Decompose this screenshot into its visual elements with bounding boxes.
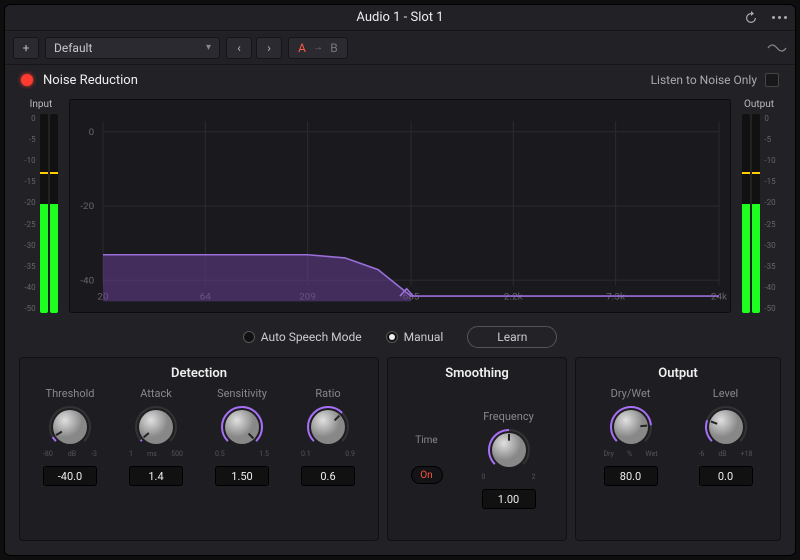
detection-title: Detection	[30, 366, 368, 381]
knob-value[interactable]: 0.6	[301, 466, 355, 486]
next-preset-button[interactable]: ›	[256, 37, 282, 59]
compare-b-button[interactable]: B	[327, 41, 341, 55]
knob-ratio: Ratio 0.1 0.9 0.6	[293, 387, 363, 532]
preset-dropdown[interactable]: Default ▾	[45, 37, 220, 59]
time-toggle[interactable]: On	[411, 466, 443, 484]
effect-name: Noise Reduction	[43, 73, 138, 88]
smoothing-title: Smoothing	[398, 366, 556, 381]
effect-header: Noise Reduction Listen to Noise Only	[5, 65, 795, 95]
knob-label: Level	[713, 387, 738, 400]
knob-sensitivity: Sensitivity 0.5 1.5 1.50	[207, 387, 277, 532]
knob-dial[interactable]	[610, 406, 652, 448]
auto-speech-radio[interactable]: Auto Speech Mode	[243, 330, 362, 344]
titlebar: Audio 1 - Slot 1	[5, 5, 795, 31]
learn-button[interactable]: Learn	[467, 326, 557, 348]
knob-level: Level -6 dB +18 0.0	[691, 387, 761, 532]
knob-dial[interactable]	[49, 406, 91, 448]
knob-threshold: Threshold -80 dB -3 -40.0	[35, 387, 105, 532]
knob-dial[interactable]	[705, 406, 747, 448]
prev-preset-button[interactable]: ‹	[226, 37, 252, 59]
manual-radio[interactable]: Manual	[386, 330, 444, 344]
knob-label: Attack	[140, 387, 172, 400]
knob-frequency: Frequency 0 2 1.00	[474, 410, 544, 509]
knob-value[interactable]: 1.50	[215, 466, 269, 486]
knob-value[interactable]: 80.0	[604, 466, 658, 486]
preset-row: + Default ▾ ‹ › A → B	[5, 31, 795, 65]
knob-dial[interactable]	[307, 406, 349, 448]
enable-indicator[interactable]	[21, 74, 33, 86]
output-meter-label: Output	[744, 99, 774, 110]
ab-arrow-icon: →	[313, 42, 323, 53]
knob-label: Threshold	[46, 387, 95, 400]
chevron-down-icon: ▾	[206, 42, 211, 53]
mode-row: Auto Speech Mode Manual Learn	[5, 321, 795, 353]
svg-text:-20: -20	[80, 201, 94, 212]
knob-dial[interactable]	[488, 429, 530, 471]
output-meter: Output 0-5 -10-15 -20-25 -30-35 -40-50	[737, 99, 781, 313]
output-title: Output	[586, 366, 770, 381]
knob-attack: Attack 1 ms 500 1.4	[121, 387, 191, 532]
more-icon[interactable]	[769, 8, 789, 28]
preset-name: Default	[54, 41, 92, 55]
svg-text:0: 0	[89, 127, 95, 138]
knob-label: Ratio	[315, 387, 340, 400]
input-meter: Input 0-5 -10-15 -20-25 -30-35 -40-50	[19, 99, 63, 313]
spectrum-graph[interactable]: 0 -20 -40 20 64 209 685 2.2k 7.3k 24k	[69, 99, 731, 313]
svg-text:-40: -40	[80, 276, 94, 287]
smoothing-panel: Smoothing Time On Frequency 0 2 1.00	[387, 357, 567, 541]
add-preset-button[interactable]: +	[13, 37, 39, 59]
meter-scale-out: 0-5 -10-15 -20-25 -30-35 -40-50	[762, 114, 775, 313]
knob-value[interactable]: 0.0	[699, 466, 753, 486]
window-title: Audio 1 - Slot 1	[356, 10, 443, 25]
input-meter-label: Input	[30, 99, 53, 110]
automation-icon[interactable]	[767, 38, 787, 58]
listen-noise-label: Listen to Noise Only	[651, 73, 757, 87]
compare-a-button[interactable]: A	[295, 41, 309, 55]
knob-dial[interactable]	[221, 406, 263, 448]
knob-label: Frequency	[483, 410, 534, 423]
knob-value[interactable]: -40.0	[43, 466, 97, 486]
listen-noise-checkbox[interactable]	[765, 73, 779, 87]
knob-value[interactable]: 1.00	[482, 489, 536, 509]
reset-icon[interactable]	[741, 8, 761, 28]
ab-compare: A → B	[288, 37, 348, 59]
time-label: Time	[415, 435, 437, 446]
detection-panel: Detection Threshold -80 dB -3 -40.0 Atta…	[19, 357, 379, 541]
knob-dial[interactable]	[135, 406, 177, 448]
knob-dry-wet: Dry/Wet Dry % Wet 80.0	[596, 387, 666, 532]
knob-value[interactable]: 1.4	[129, 466, 183, 486]
knob-label: Sensitivity	[217, 387, 267, 400]
meter-scale: 0-5 -10-15 -20-25 -30-35 -40-50	[24, 114, 37, 313]
knob-label: Dry/Wet	[611, 387, 651, 400]
output-panel: Output Dry/Wet Dry % Wet 80.0 Level -6 d…	[575, 357, 781, 541]
